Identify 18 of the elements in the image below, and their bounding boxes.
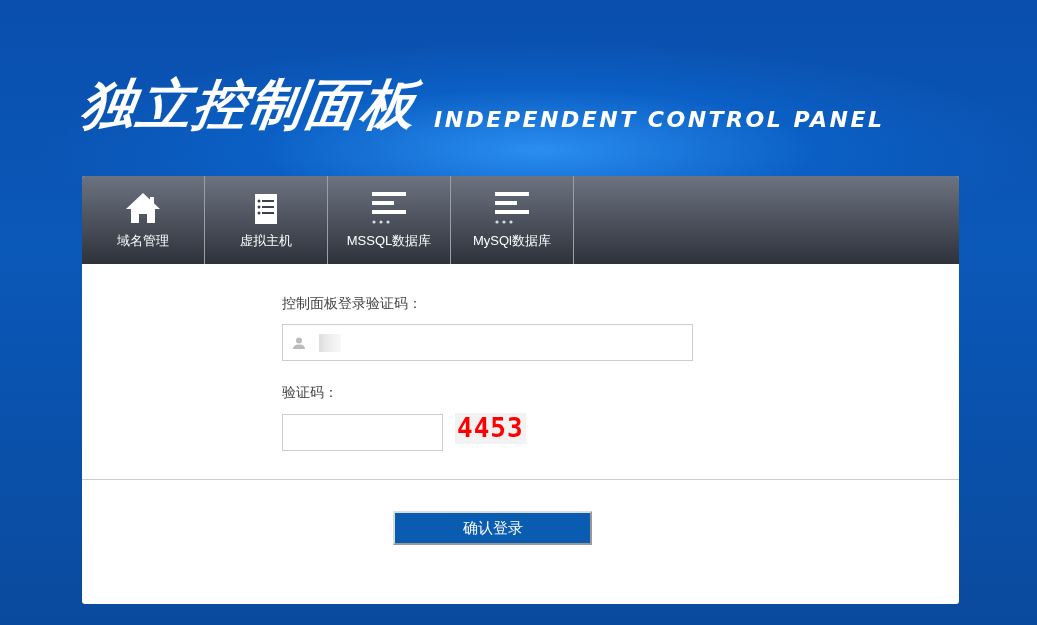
panel-subtitle: INDEPENDENT CONTROL PANEL: [434, 107, 885, 134]
text-lines-icon: [372, 192, 406, 224]
nav-tab[interactable]: 域名管理: [82, 176, 205, 264]
captcha-input-field[interactable]: [282, 414, 443, 451]
login-button[interactable]: 确认登录: [393, 511, 592, 545]
code-input-field[interactable]: [282, 324, 693, 361]
user-icon: [293, 336, 305, 349]
panel-title: 独立控制面板: [77, 72, 423, 138]
field-label: 验证码：: [282, 384, 338, 402]
field-label: 控制面板登录验证码：: [282, 295, 422, 313]
text-lines-icon: [495, 192, 529, 224]
blurred-value: [319, 333, 341, 352]
nav-tab[interactable]: 虚拟主机: [205, 176, 328, 264]
home-icon: [125, 192, 161, 224]
nav-tab[interactable]: MySQl数据库: [451, 176, 574, 264]
captcha-image[interactable]: 4453: [455, 413, 526, 444]
nav-tab[interactable]: MSSQL数据库: [328, 176, 451, 264]
list-icon: [255, 194, 277, 224]
